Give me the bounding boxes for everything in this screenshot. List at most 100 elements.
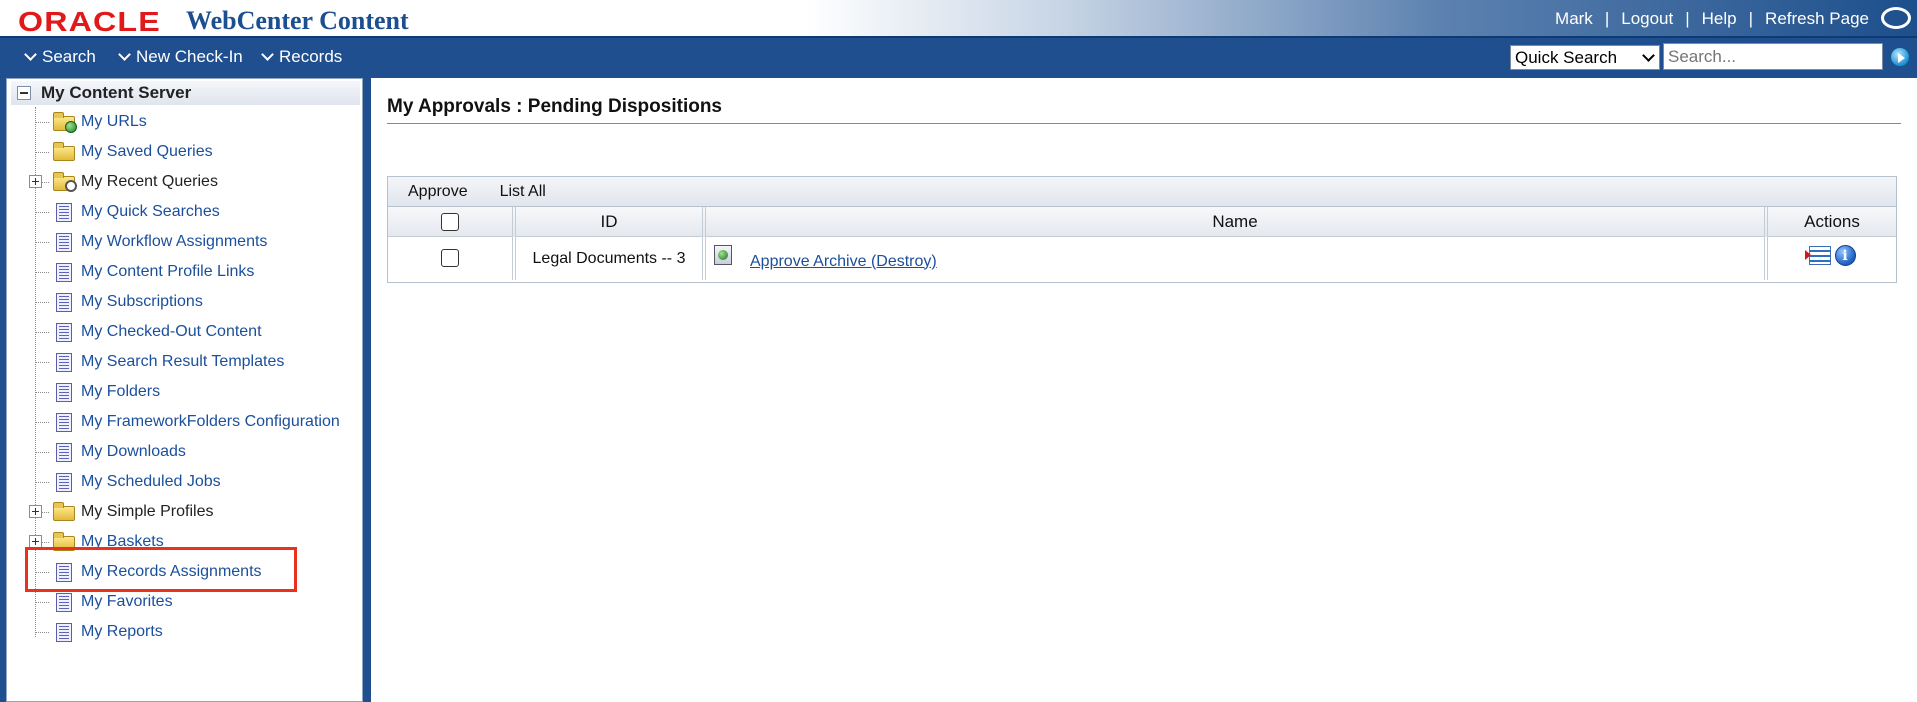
table-toolbar: Approve List All: [388, 177, 1896, 207]
logout-link[interactable]: Logout: [1621, 9, 1673, 29]
sidebar-item-my-quick-searches[interactable]: My Quick Searches: [29, 199, 220, 225]
separator: |: [1748, 9, 1754, 28]
page-icon: [56, 292, 72, 312]
sidebar-item-label: My Checked-Out Content: [81, 323, 262, 340]
row-name-cell: Approve Archive (Destroy): [706, 237, 1768, 280]
page-icon: [56, 412, 72, 432]
top-links: Mark | Logout | Help | Refresh Page: [1555, 9, 1869, 29]
document-icon: [714, 244, 732, 265]
select-all-checkbox[interactable]: [441, 213, 459, 232]
menu-search-label: Search: [42, 47, 96, 66]
oracle-logo: ORACLE: [18, 6, 161, 37]
page-title: My Approvals : Pending Dispositions: [387, 96, 722, 117]
row-select-cell: [388, 237, 516, 280]
sidebar-item-label: My Search Result Templates: [81, 353, 285, 370]
folder-icon: [53, 502, 75, 521]
sidebar-item-label: My Quick Searches: [81, 203, 220, 220]
chevron-down-icon: [24, 48, 37, 61]
column-header-actions: Actions: [1768, 207, 1896, 237]
tree-connector: [35, 331, 49, 333]
chevron-down-icon: [1642, 49, 1655, 62]
sidebar-item-my-saved-queries[interactable]: My Saved Queries: [29, 139, 213, 165]
expand-icon[interactable]: [29, 175, 42, 188]
page-icon: [56, 322, 72, 342]
tree-connector: [35, 361, 49, 363]
page-icon: [56, 442, 72, 462]
tree-connector: [35, 121, 49, 123]
page-icon: [56, 262, 72, 282]
sidebar-item-label: My Content Profile Links: [81, 263, 255, 280]
page-icon: [56, 232, 72, 252]
sidebar-item-my-folders[interactable]: My Folders: [29, 379, 160, 405]
quick-search-select[interactable]: Quick Search: [1510, 45, 1660, 70]
divider: [387, 123, 1901, 124]
chevron-down-icon: [261, 48, 274, 61]
pane-splitter[interactable]: [363, 78, 371, 702]
sidebar-item-my-content-profile-links[interactable]: My Content Profile Links: [29, 259, 254, 285]
sidebar-item-my-recent-queries[interactable]: My Recent Queries: [29, 169, 218, 195]
tree-connector: [35, 601, 49, 603]
menu-new-check-in[interactable]: New Check-In: [118, 47, 243, 67]
tree-root-label: My Content Server: [41, 83, 192, 102]
highlight-box: [25, 547, 297, 592]
page-icon: [56, 592, 72, 612]
row-actions-cell: i: [1768, 237, 1896, 280]
page-icon: [56, 352, 72, 372]
app-header: ORACLE WebCenter Content Mark | Logout |…: [0, 0, 1917, 38]
sidebar-item-label: My FrameworkFolders Configuration: [81, 413, 340, 430]
tree-connector: [35, 451, 49, 453]
search-go-button[interactable]: [1890, 47, 1910, 67]
info-icon[interactable]: i: [1834, 245, 1856, 266]
menu-search[interactable]: Search: [24, 47, 96, 67]
approvals-table: Approve List All ID Name Actions Legal D…: [387, 176, 1897, 283]
sidebar: My Content Server My URLs My Saved Queri…: [6, 78, 363, 702]
page-icon: [56, 382, 72, 402]
tree-connector: [35, 631, 49, 633]
sidebar-item-my-downloads[interactable]: My Downloads: [29, 439, 186, 465]
sidebar-item-label: My Reports: [81, 623, 163, 640]
column-header-id[interactable]: ID: [516, 207, 706, 237]
sidebar-item-my-subscriptions[interactable]: My Subscriptions: [29, 289, 203, 315]
page-icon: [56, 472, 72, 492]
approve-button[interactable]: Approve: [408, 183, 468, 201]
collapse-icon[interactable]: [17, 86, 31, 100]
tree-connector: [35, 151, 49, 153]
tree-connector: [35, 421, 49, 423]
sidebar-item-label: My Downloads: [81, 443, 186, 460]
tree-connector: [35, 481, 49, 483]
sidebar-item-label: My URLs: [81, 113, 147, 130]
sidebar-item-my-frameworkfolders-configuration[interactable]: My FrameworkFolders Configuration: [29, 409, 340, 435]
list-all-button[interactable]: List All: [500, 183, 546, 201]
sidebar-item-my-urls[interactable]: My URLs: [29, 109, 147, 135]
actions-menu-icon[interactable]: [1804, 246, 1831, 265]
tree-connector: [35, 271, 49, 273]
sidebar-item-label: My Recent Queries: [81, 173, 218, 190]
row-id: Legal Documents -- 3: [516, 237, 706, 280]
help-link[interactable]: Help: [1702, 9, 1737, 29]
sidebar-item-label: My Scheduled Jobs: [81, 473, 221, 490]
sidebar-item-my-search-result-templates[interactable]: My Search Result Templates: [29, 349, 284, 375]
tree-connector: [35, 211, 49, 213]
sidebar-item-my-reports[interactable]: My Reports: [29, 619, 163, 645]
sidebar-item-my-checked-out-content[interactable]: My Checked-Out Content: [29, 319, 262, 345]
sidebar-item-my-scheduled-jobs[interactable]: My Scheduled Jobs: [29, 469, 221, 495]
row-checkbox[interactable]: [441, 249, 459, 268]
user-link[interactable]: Mark: [1555, 9, 1593, 29]
tree-connector: [35, 241, 49, 243]
page-icon: [56, 202, 72, 222]
menu-new-check-in-label: New Check-In: [136, 47, 243, 66]
separator: |: [1604, 9, 1610, 28]
column-header-name[interactable]: Name: [706, 207, 1768, 237]
search-input[interactable]: [1663, 43, 1883, 70]
select-all-header: [388, 207, 516, 237]
sidebar-item-my-simple-profiles[interactable]: My Simple Profiles: [29, 499, 213, 525]
expand-icon[interactable]: [29, 505, 42, 518]
tree-root[interactable]: My Content Server: [11, 81, 360, 105]
row-name-link[interactable]: Approve Archive (Destroy): [750, 253, 937, 271]
refresh-page-link[interactable]: Refresh Page: [1765, 9, 1869, 29]
sidebar-item-my-favorites[interactable]: My Favorites: [29, 589, 173, 615]
chevron-down-icon: [118, 48, 131, 61]
menu-records[interactable]: Records: [261, 47, 342, 67]
folder-icon: [53, 142, 75, 161]
sidebar-item-my-workflow-assignments[interactable]: My Workflow Assignments: [29, 229, 267, 255]
